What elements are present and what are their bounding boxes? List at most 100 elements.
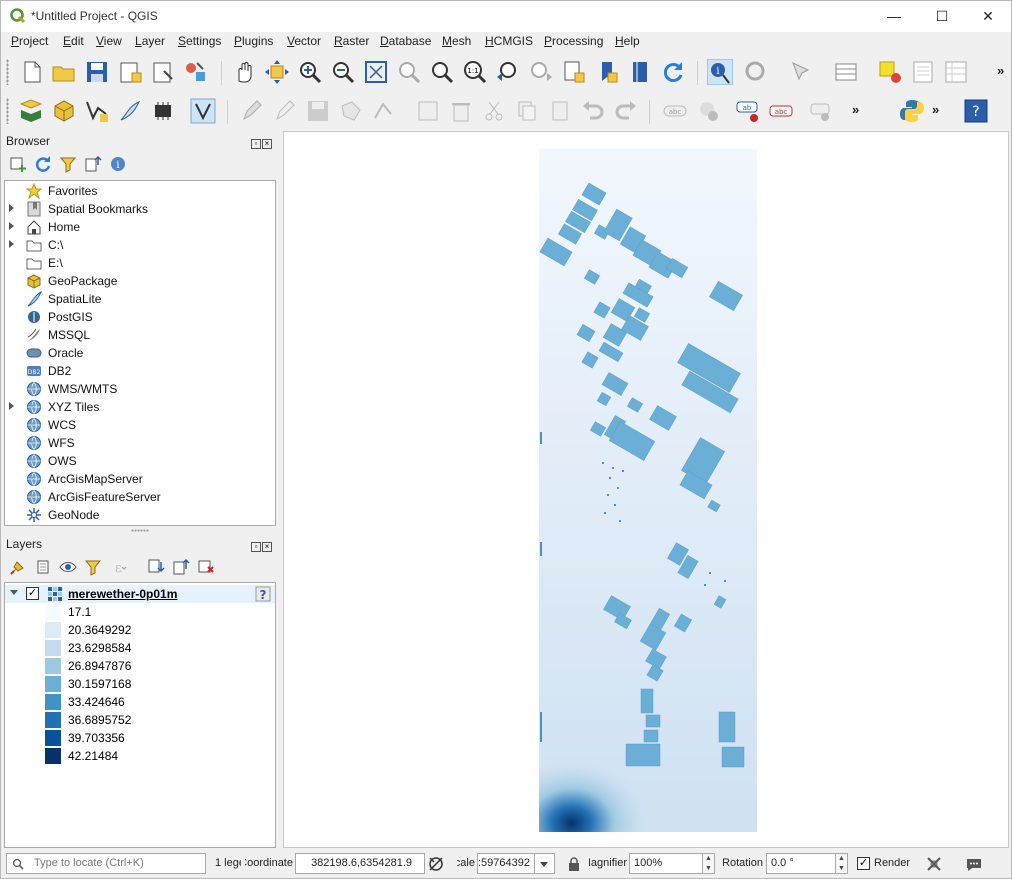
new-geopackage-layer-icon[interactable] [51, 98, 77, 124]
properties-icon[interactable]: i [109, 155, 127, 173]
remove-layer-icon[interactable] [197, 558, 215, 576]
menu-vector[interactable]: Vector [287, 34, 321, 48]
attribute-table-icon[interactable] [833, 59, 859, 85]
collapse-arrow-icon[interactable] [10, 590, 18, 595]
identify-features-icon[interactable]: i [707, 59, 733, 85]
toolbar-overflow-button[interactable]: » [932, 102, 939, 117]
new-print-layout-icon[interactable] [117, 59, 143, 85]
zoom-to-layer-icon[interactable] [429, 59, 455, 85]
zoom-to-selection-icon[interactable] [396, 59, 422, 85]
python-console-icon[interactable] [899, 98, 925, 124]
browser-item[interactable]: WMS/WMTS [5, 380, 275, 398]
minimize-button[interactable]: — [871, 1, 917, 32]
menu-layer[interactable]: Layer [135, 34, 165, 48]
new-project-icon[interactable] [19, 59, 45, 85]
zoom-out-icon[interactable] [330, 59, 356, 85]
browser-item[interactable]: DB2 DB2 [5, 362, 275, 380]
float-panel-icon[interactable]: ▫ [251, 542, 261, 552]
magnifier-spinner[interactable]: ▲ ▼ [703, 853, 715, 874]
menu-settings[interactable]: Settings [178, 34, 221, 48]
layout-manager-icon[interactable] [150, 59, 176, 85]
pan-to-selection-icon[interactable] [264, 59, 290, 85]
add-group-icon[interactable] [34, 558, 52, 576]
expand-arrow-icon[interactable] [9, 204, 14, 212]
deselect-all-icon[interactable] [877, 59, 903, 85]
map-canvas[interactable] [283, 131, 1009, 848]
filter-icon[interactable] [59, 155, 77, 173]
style-layer-icon[interactable] [9, 558, 27, 576]
locator-search-input[interactable]: Type to locate (Ctrl+K) [6, 853, 206, 874]
browser-item[interactable]: SpatiaLite [5, 290, 275, 308]
menu-help[interactable]: Help [615, 34, 640, 48]
layer-visibility-checkbox[interactable]: ✓ [26, 587, 39, 600]
style-manager-icon[interactable] [183, 59, 209, 85]
save-edits-icon[interactable] [305, 98, 331, 124]
browser-item[interactable]: Spatial Bookmarks [5, 200, 275, 218]
toggle-editing-icon[interactable] [272, 98, 298, 124]
menu-edit[interactable]: Edit [63, 34, 84, 48]
new-spatialite-layer-icon[interactable] [117, 98, 143, 124]
scale-dropdown[interactable] [535, 853, 555, 874]
vertex-tool-icon[interactable] [371, 98, 397, 124]
delete-selected-icon[interactable] [448, 98, 474, 124]
browser-item[interactable]: Favorites [5, 182, 275, 200]
zoom-last-icon[interactable] [495, 59, 521, 85]
statistical-summary-icon[interactable] [943, 59, 969, 85]
add-polygon-feature-icon[interactable] [338, 98, 364, 124]
browser-item[interactable]: WFS [5, 434, 275, 452]
menu-project[interactable]: Project [11, 34, 48, 48]
close-panel-icon[interactable]: × [262, 139, 272, 149]
browser-item[interactable]: E:\ [5, 254, 275, 272]
menu-view[interactable]: View [96, 34, 122, 48]
browser-item[interactable]: Home [5, 218, 275, 236]
zoom-full-icon[interactable] [363, 59, 389, 85]
refresh-icon[interactable] [34, 155, 52, 173]
highlight-pinned-labels-icon[interactable] [695, 98, 721, 124]
zoom-native-icon[interactable]: 1:1 [462, 59, 488, 85]
manage-visibility-icon[interactable] [59, 558, 77, 576]
close-panel-icon[interactable]: × [262, 542, 272, 552]
toolbar-grip[interactable] [6, 98, 9, 124]
layer-row[interactable]: ✓ merewether-0p01m ? [5, 585, 275, 603]
refresh-icon[interactable] [660, 59, 686, 85]
save-project-icon[interactable] [84, 59, 110, 85]
browser-item[interactable]: Oracle [5, 344, 275, 362]
rotation-field[interactable]: 0.0 ° [766, 853, 836, 874]
expand-all-icon[interactable] [147, 558, 165, 576]
menu-plugins[interactable]: Plugins [234, 34, 273, 48]
menu-hcmgis[interactable]: HCMGIS [485, 34, 533, 48]
browser-item[interactable]: XYZ Tiles [5, 398, 275, 416]
collapse-all-icon[interactable] [84, 155, 102, 173]
render-checkbox[interactable]: ✓ [857, 857, 870, 870]
crs-status-icon[interactable] [925, 855, 943, 873]
add-layer-icon[interactable] [9, 155, 27, 173]
filter-expression-icon[interactable]: ε [109, 558, 127, 576]
float-panel-icon[interactable]: ▫ [251, 139, 261, 149]
undo-icon[interactable] [580, 98, 606, 124]
show-bookmarks-icon[interactable] [594, 59, 620, 85]
open-field-calculator-icon[interactable] [910, 59, 936, 85]
zoom-in-icon[interactable] [297, 59, 323, 85]
lock-scale-icon[interactable] [567, 856, 581, 872]
menu-processing[interactable]: Processing [544, 34, 603, 48]
browser-item[interactable]: MSSQL [5, 326, 275, 344]
toolbar-overflow-button[interactable]: » [852, 102, 859, 117]
copy-features-icon[interactable] [514, 98, 540, 124]
close-button[interactable]: ✕ [965, 1, 1011, 32]
magnifier-field[interactable]: 100% [629, 853, 703, 874]
expand-arrow-icon[interactable] [9, 402, 14, 410]
redo-icon[interactable] [613, 98, 639, 124]
toggle-extents-icon[interactable] [427, 855, 445, 873]
browser-item[interactable]: ArcGisFeatureServer [5, 488, 275, 506]
modify-attributes-icon[interactable] [415, 98, 441, 124]
help-contents-icon[interactable]: ? [963, 98, 989, 124]
rotation-spinner[interactable]: ▲ ▼ [836, 853, 848, 874]
run-feature-action-icon[interactable] [743, 59, 769, 85]
browser-item[interactable]: WCS [5, 416, 275, 434]
filter-legend-icon[interactable] [84, 558, 102, 576]
expand-arrow-icon[interactable] [9, 222, 14, 230]
label-toolbar-icon[interactable]: abc [662, 98, 688, 124]
cut-features-icon[interactable] [481, 98, 507, 124]
digitizing-v-icon[interactable] [190, 98, 216, 124]
menu-database[interactable]: Database [380, 34, 431, 48]
